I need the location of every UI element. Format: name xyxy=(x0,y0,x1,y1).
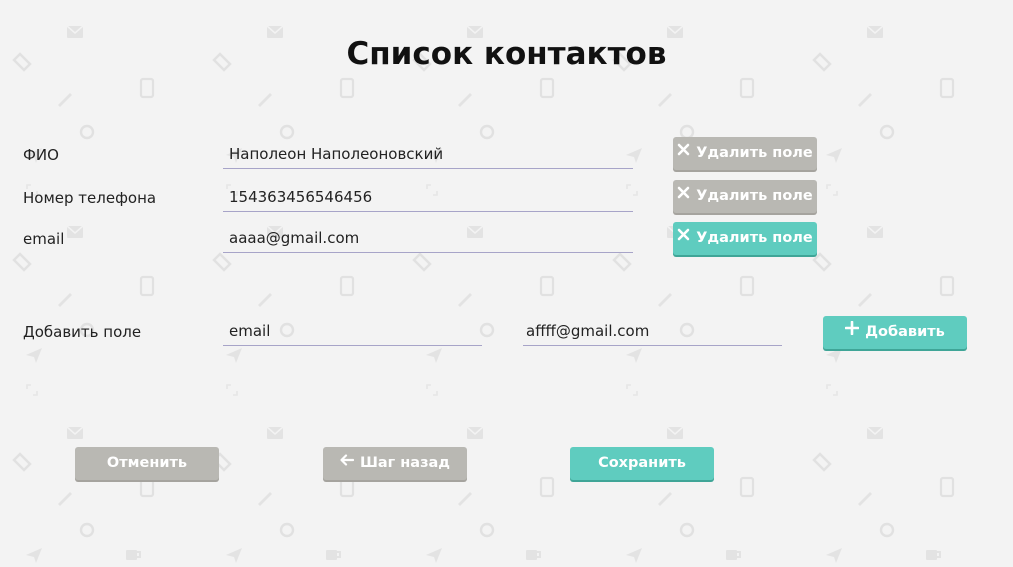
close-icon xyxy=(677,136,690,169)
new-field-name-value: email xyxy=(229,322,271,340)
delete-email-button[interactable]: Удалить поле xyxy=(673,222,817,255)
delete-email-label: Удалить поле xyxy=(696,230,813,246)
fio-field[interactable]: Наполеон Наполеоновский xyxy=(223,142,633,169)
field-label-email: email xyxy=(23,230,65,248)
delete-fio-button[interactable]: Удалить поле xyxy=(673,137,817,170)
email-field-value: aaaa@gmail.com xyxy=(229,229,360,247)
add-field-button-label: Добавить xyxy=(865,324,945,340)
cancel-button-label: Отменить xyxy=(106,455,188,471)
new-field-value-input[interactable]: affff@gmail.com xyxy=(523,319,782,346)
delete-fio-label: Удалить поле xyxy=(696,145,813,161)
new-field-value-text: affff@gmail.com xyxy=(526,322,650,340)
arrow-left-icon xyxy=(340,446,355,479)
phone-field-value: 154363456546456 xyxy=(229,188,373,206)
delete-phone-button[interactable]: Удалить поле xyxy=(673,180,817,213)
add-field-label: Добавить поле xyxy=(23,323,142,341)
plus-icon xyxy=(844,315,860,348)
email-field[interactable]: aaaa@gmail.com xyxy=(223,226,633,253)
new-field-name-input[interactable]: email xyxy=(223,319,482,346)
phone-field[interactable]: 154363456546456 xyxy=(223,185,633,212)
cancel-button[interactable]: Отменить xyxy=(75,447,219,480)
close-icon xyxy=(677,179,690,212)
save-button[interactable]: Сохранить xyxy=(570,447,714,480)
background-pattern xyxy=(0,0,1013,567)
page-title: Список контактов xyxy=(346,36,667,72)
fio-field-value: Наполеон Наполеоновский xyxy=(229,145,444,163)
field-label-phone: Номер телефона xyxy=(23,189,157,207)
field-label-fio: ФИО xyxy=(23,146,59,164)
back-button[interactable]: Шаг назад xyxy=(323,447,467,480)
save-button-label: Сохранить xyxy=(598,455,686,471)
close-icon xyxy=(677,221,690,254)
add-field-button[interactable]: Добавить xyxy=(823,316,967,349)
delete-phone-label: Удалить поле xyxy=(696,188,813,204)
back-button-label: Шаг назад xyxy=(359,455,451,471)
